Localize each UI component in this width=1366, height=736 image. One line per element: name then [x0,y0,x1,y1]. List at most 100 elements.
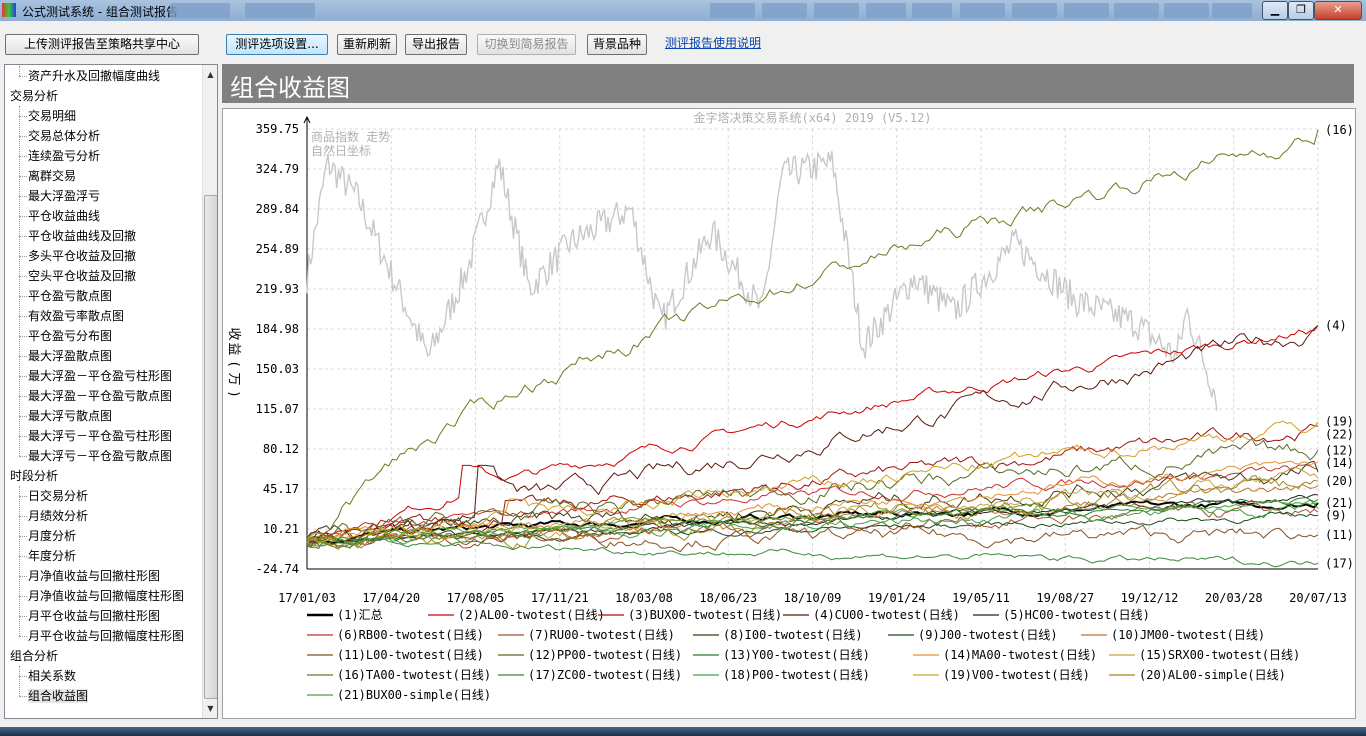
sidebar-scrollbar[interactable]: ▲ ▼ [202,65,217,718]
legend-label: (1)汇总 [337,608,383,622]
legend-label: (2)AL00-twotest(日线) [458,608,605,622]
tree-item[interactable]: 月净值收益与回撤柱形图 [28,566,160,586]
x-tick-label: 17/08/05 [447,591,505,605]
legend-label: (9)J00-twotest(日线) [918,628,1058,642]
maximize-button[interactable]: ❐ [1288,1,1314,20]
titlebar-band [1114,3,1159,18]
series-end-label: (16) [1325,123,1354,137]
tree-item[interactable]: 最大浮盈浮亏 [28,186,100,206]
tree-item[interactable]: 月绩效分析 [28,506,88,526]
tree-item[interactable]: 多头平仓收益及回撤 [28,246,136,266]
tree-item[interactable]: 月平仓收益与回撤幅度柱形图 [28,626,184,646]
series-end-label: (4) [1325,319,1347,333]
background-index-line [306,150,1218,411]
tree-item[interactable]: 空头平仓收益及回撤 [28,266,136,286]
tree-item[interactable]: 最大浮亏散点图 [28,406,112,426]
legend-label: (14)MA00-twotest(日线) [943,648,1097,662]
tree-connector [19,376,27,377]
tree-item-label: 交易明细 [28,109,77,123]
tree-item[interactable]: 平仓收益曲线 [28,206,100,226]
tree-item[interactable]: 最大浮亏－平仓盈亏散点图 [28,446,172,466]
close-button[interactable]: ✕ [1314,1,1362,20]
tree-group[interactable]: 组合分析 [10,646,58,666]
chart-title: 金字塔决策交易系统(x64) 2019 (V5.12) [693,110,931,125]
tree-connector [19,256,27,257]
tree-connector [19,676,27,677]
tree-item[interactable]: 连续盈亏分析 [28,146,100,166]
tree-item-label: 多头平仓收益及回撤 [28,249,137,263]
series-end-label: (22) [1325,427,1354,441]
tree-item-label: 交易分析 [10,89,59,103]
tree-item[interactable]: 最大浮盈－平仓盈亏柱形图 [28,366,172,386]
tree-item[interactable]: 最大浮亏－平仓盈亏柱形图 [28,426,172,446]
tree-item[interactable]: 月平仓收益与回撤柱形图 [28,606,160,626]
titlebar-band [866,3,906,18]
titlebar-band [170,3,230,18]
background-note: 商品指数 走势 [311,129,390,144]
tree-item-label: 空头平仓收益及回撤 [28,269,137,283]
tree-item[interactable]: 相关系数 [28,666,76,686]
tree-group[interactable]: 时段分析 [10,466,58,486]
tree-item[interactable]: 最大浮盈散点图 [28,346,112,366]
legend-label: (12)PP00-twotest(日线) [528,648,682,662]
tree-item-label: 平仓盈亏散点图 [28,289,113,303]
close-icon: ✕ [1333,3,1343,16]
background-variety-button[interactable]: 背景品种 [587,34,647,55]
tree-connector [19,316,27,317]
tree-item[interactable]: 资产升水及回撤幅度曲线 [28,66,160,86]
tree-connector [19,216,27,217]
os-taskbar [0,727,1366,736]
tree-item[interactable]: 月度分析 [28,526,76,546]
y-tick-label: 289.84 [256,202,299,216]
legend-label: (17)ZC00-twotest(日线) [528,668,682,682]
tree-item-label: 组合分析 [10,649,59,663]
tree-item[interactable]: 日交易分析 [28,486,88,506]
sidebar-tree[interactable]: 资产升水及回撤幅度曲线交易分析交易明细交易总体分析 连续盈亏分析 离群交易最大浮盈浮… [4,64,218,719]
tree-item-label: 月平仓收益与回撤柱形图 [28,609,161,623]
series-end-label: (11) [1325,528,1354,542]
scroll-up-icon[interactable]: ▲ [203,67,217,82]
x-tick-label: 17/01/03 [278,591,336,605]
tree-group[interactable]: 交易分析 [10,86,58,106]
titlebar-band [1012,3,1057,18]
tree-connector [19,696,27,697]
tree-item[interactable]: 交易明细 [28,106,76,126]
portfolio-return-chart: 金字塔决策交易系统(x64) 2019 (V5.12) 商品指数 走势自然日坐标 3… [226,110,1354,702]
chart-panel: 金字塔决策交易系统(x64) 2019 (V5.12) 商品指数 走势 自然日坐标 3… [222,108,1356,719]
switch-simple-report-button[interactable]: 切换到简易报告 [477,34,576,55]
help-link[interactable]: 测评报告使用说明 [665,34,761,51]
scroll-down-icon[interactable]: ▼ [203,701,217,716]
tree-connector [19,416,27,417]
legend-label: (19)V00-twotest(日线) [943,668,1090,682]
tree-item-label: 最大浮盈浮亏 [28,189,101,203]
tree-connector [19,196,27,197]
tree-item[interactable]: 平仓收益曲线及回撤 [28,226,136,246]
x-tick-label: 20/07/13 [1289,591,1347,605]
tree-item-label: 月净值收益与回撤幅度柱形图 [28,589,185,603]
tree-item-label: 年度分析 [28,549,77,563]
tree-item[interactable]: 平仓盈亏散点图 [28,286,112,306]
tree-item-label: 最大浮亏散点图 [28,409,113,423]
tree-item[interactable]: 离群交易 [28,166,76,186]
minimize-button[interactable]: ▁ [1262,1,1288,20]
upload-report-button[interactable]: 上传测评报告至策略共享中心 [5,34,199,55]
tree-item[interactable]: 有效盈亏率散点图 [28,306,124,326]
tree-item[interactable]: 平仓盈亏分布图 [28,326,112,346]
tree-item[interactable]: 最大浮盈－平仓盈亏散点图 [28,386,172,406]
maximize-icon: ❐ [1296,3,1306,16]
scroll-thumb[interactable] [204,195,217,699]
x-tick-label: 18/06/23 [699,591,757,605]
tree-item[interactable]: 交易总体分析 [28,126,100,146]
tree-item[interactable]: 月净值收益与回撤幅度柱形图 [28,586,184,606]
tree-item-label: 月平仓收益与回撤幅度柱形图 [28,629,185,643]
legend-label: (8)I00-twotest(日线) [723,628,863,642]
tree-connector [19,66,20,76]
export-report-button[interactable]: 导出报告 [405,34,467,55]
test-options-button[interactable]: 测评选项设置... [226,34,328,55]
x-tick-label: 19/05/11 [952,591,1010,605]
tree-item[interactable]: 年度分析 [28,546,76,566]
background-note: 自然日坐标 [311,143,371,158]
refresh-button[interactable]: 重新刷新 [337,34,397,55]
tree-connector [19,536,27,537]
tree-item[interactable]: 组合收益图 [28,686,89,706]
